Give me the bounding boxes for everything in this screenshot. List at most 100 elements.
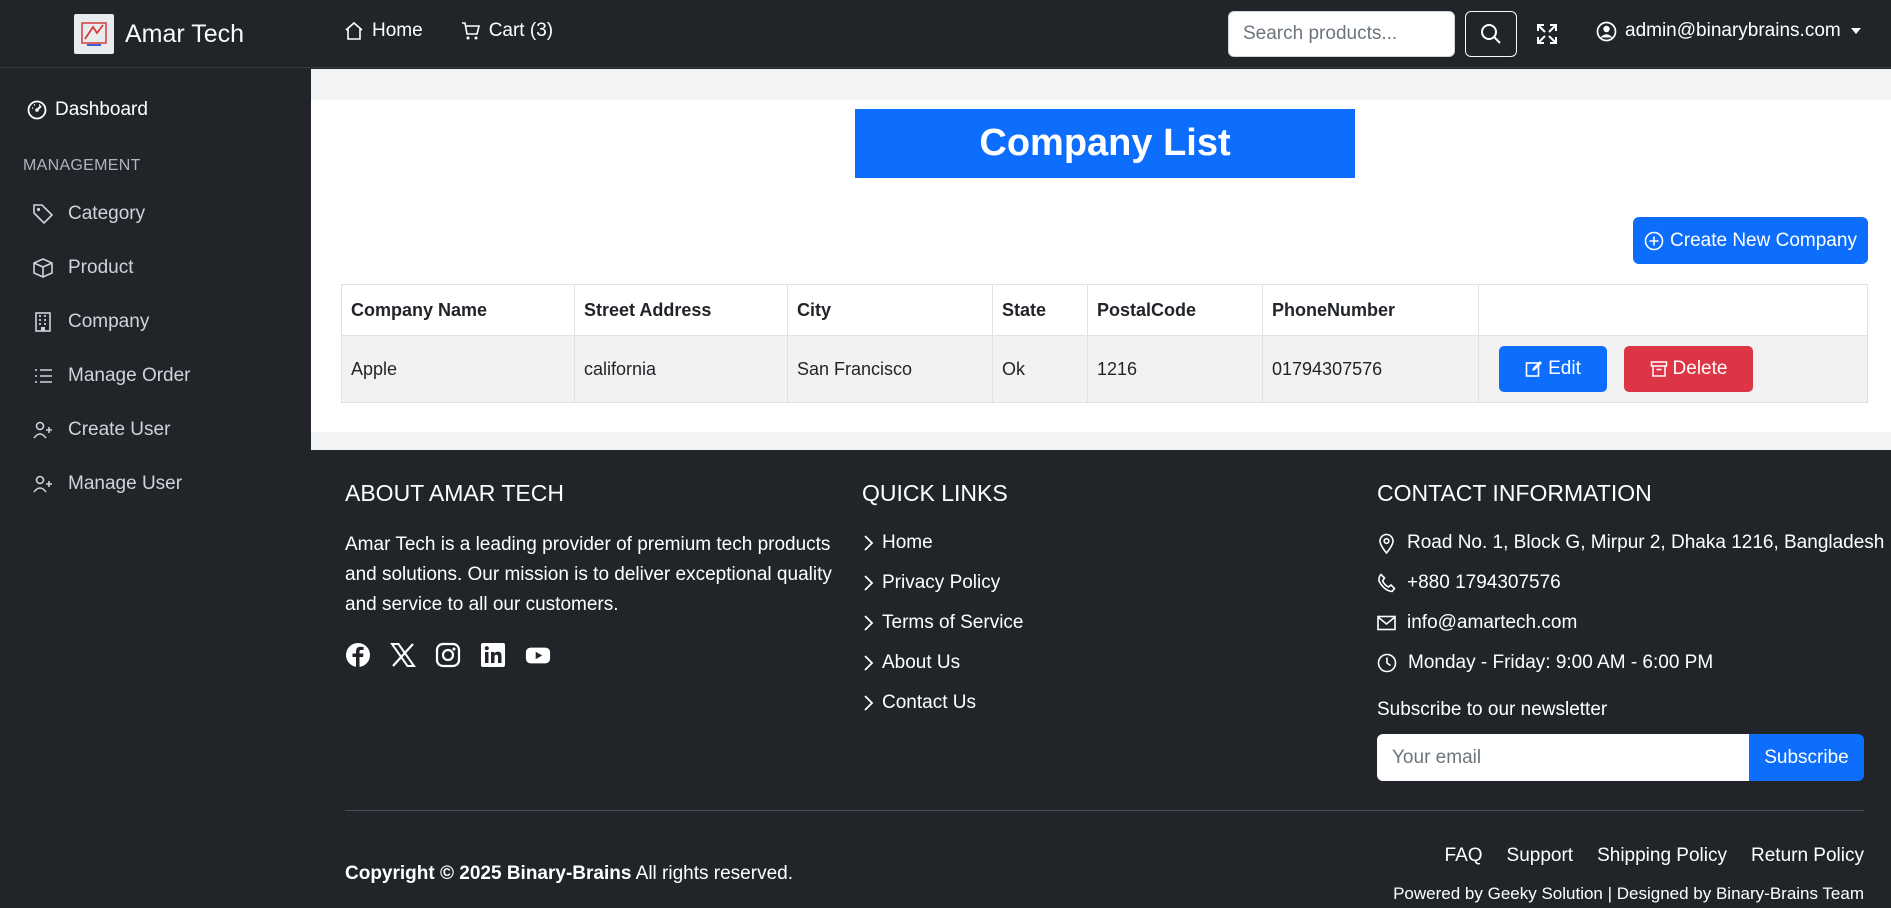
sidebar-dashboard-label: Dashboard (55, 99, 148, 120)
fullscreen-button[interactable] (1533, 20, 1561, 48)
company-table: Company Name Street Address City State P… (341, 284, 1868, 403)
footer-link-shipping[interactable]: Shipping Policy (1597, 845, 1727, 867)
policy-links: FAQ Support Shipping Policy Return Polic… (1445, 845, 1864, 867)
store-logo-icon (74, 14, 114, 54)
cell-actions: Edit Delete (1478, 335, 1868, 403)
footer-link-contact[interactable]: Contact Us (862, 692, 976, 714)
chevron-right-icon (862, 574, 874, 592)
about-text: Amar Tech is a leading provider of premi… (345, 534, 832, 615)
cell-phone-number: 01794307576 (1262, 335, 1479, 403)
table-row: Apple california San Francisco Ok 1216 0… (341, 335, 1868, 403)
cell-city: San Francisco (787, 335, 993, 403)
list-icon (32, 365, 54, 387)
page-title: Company List (855, 109, 1355, 178)
box-icon (32, 257, 54, 279)
brand[interactable]: Amar Tech (74, 14, 244, 54)
column-header: PhoneNumber (1262, 284, 1479, 336)
company-list-card: Company List Create New Company Company … (311, 100, 1891, 432)
sidebar-item-dashboard[interactable]: Dashboard (27, 99, 148, 121)
chevron-right-icon (862, 614, 874, 632)
contact-address: Road No. 1, Block G, Mirpur 2, Dhaka 121… (1377, 532, 1884, 554)
user-circle-icon (1596, 21, 1617, 42)
phone-icon (1377, 573, 1396, 593)
create-company-button[interactable]: Create New Company (1633, 217, 1868, 264)
cell-company-name: Apple (341, 335, 575, 403)
column-header: City (787, 284, 993, 336)
home-icon (344, 21, 364, 41)
sidebar-item-company[interactable]: Company (32, 311, 149, 333)
map-pin-icon (1377, 533, 1396, 554)
contact-heading: CONTACT INFORMATION (1377, 480, 1652, 506)
sidebar-item-product[interactable]: Product (32, 257, 133, 279)
plus-circle-icon (1644, 231, 1664, 251)
contact-phone-text: +880 1794307576 (1407, 572, 1561, 593)
x-twitter-icon[interactable] (390, 642, 416, 668)
edit-button[interactable]: Edit (1499, 346, 1607, 392)
column-header-actions (1478, 284, 1868, 336)
top-navbar: Amar Tech Home Cart (3) Search products.… (0, 0, 1891, 68)
footer-link-label: Home (882, 532, 933, 553)
quick-links-heading: QUICK LINKS (862, 480, 1008, 506)
user-plus-icon (32, 419, 54, 441)
powered-by: Powered by Geeky Solution | Designed by … (1393, 884, 1864, 903)
column-header: PostalCode (1087, 284, 1263, 336)
sidebar-item-label: Company (68, 311, 150, 332)
about-heading: ABOUT AMAR TECH (345, 480, 564, 506)
clock-icon (1377, 653, 1397, 673)
cell-state: Ok (992, 335, 1088, 403)
linkedin-icon[interactable] (480, 642, 506, 668)
create-company-label: Create New Company (1670, 229, 1857, 251)
facebook-icon[interactable] (345, 642, 371, 668)
footer-link-return[interactable]: Return Policy (1751, 845, 1864, 867)
chevron-down-icon (1849, 24, 1863, 38)
footer-link-about[interactable]: About Us (862, 652, 960, 674)
instagram-icon[interactable] (435, 642, 461, 668)
footer-link-label: Privacy Policy (882, 572, 1001, 593)
newsletter-email-input[interactable]: Your email (1377, 734, 1749, 781)
nav-cart-link[interactable]: Cart (3) (461, 20, 553, 42)
footer-divider (345, 810, 1864, 811)
social-links (345, 642, 551, 668)
main-content: Company List Create New Company Company … (311, 69, 1891, 450)
footer-link-terms[interactable]: Terms of Service (862, 612, 1023, 634)
contact-hours-text: Monday - Friday: 9:00 AM - 6:00 PM (1408, 652, 1714, 673)
sidebar-item-category[interactable]: Category (32, 203, 145, 225)
sidebar: Dashboard MANAGEMENT Category Product Co… (0, 69, 310, 908)
tag-icon (32, 203, 54, 225)
cart-icon (461, 21, 481, 41)
chevron-right-icon (862, 534, 874, 552)
sidebar-item-label: Manage User (68, 473, 183, 494)
subscribe-button[interactable]: Subscribe (1749, 734, 1864, 781)
footer-link-faq[interactable]: FAQ (1445, 845, 1483, 867)
sidebar-item-manage-order[interactable]: Manage Order (32, 365, 191, 387)
copyright: Copyright © 2025 Binary-Brains All right… (345, 863, 793, 885)
user-email: admin@binarybrains.com (1625, 20, 1841, 41)
nav-cart-label: Cart (3) (488, 20, 554, 41)
sidebar-item-label: Manage Order (68, 365, 191, 386)
contact-address-text: Road No. 1, Block G, Mirpur 2, Dhaka 121… (1407, 532, 1885, 553)
user-menu[interactable]: admin@binarybrains.com (1596, 20, 1863, 42)
sidebar-item-create-user[interactable]: Create User (32, 419, 170, 441)
search-button[interactable] (1465, 11, 1517, 57)
sidebar-item-label: Product (68, 257, 134, 278)
column-header: State (992, 284, 1088, 336)
footer-link-support[interactable]: Support (1507, 845, 1574, 867)
nav-home-link[interactable]: Home (344, 20, 423, 42)
youtube-icon[interactable] (525, 642, 551, 668)
sidebar-item-label: Create User (68, 419, 171, 440)
column-header: Company Name (341, 284, 575, 336)
sidebar-item-manage-user[interactable]: Manage User (32, 473, 182, 495)
pencil-square-icon (1525, 360, 1543, 378)
delete-button[interactable]: Delete (1624, 346, 1753, 392)
fullscreen-icon (1535, 22, 1559, 46)
table-header-row: Company Name Street Address City State P… (341, 284, 1868, 336)
cell-postal-code: 1216 (1087, 335, 1263, 403)
sidebar-section-heading: MANAGEMENT (23, 157, 141, 174)
footer-link-label: Terms of Service (882, 612, 1024, 633)
search-input[interactable]: Search products... (1228, 11, 1455, 57)
cell-street-address: california (574, 335, 788, 403)
footer-link-home[interactable]: Home (862, 532, 933, 554)
delete-label: Delete (1672, 358, 1728, 379)
nav-home-label: Home (372, 20, 423, 41)
footer-link-privacy[interactable]: Privacy Policy (862, 572, 1000, 594)
